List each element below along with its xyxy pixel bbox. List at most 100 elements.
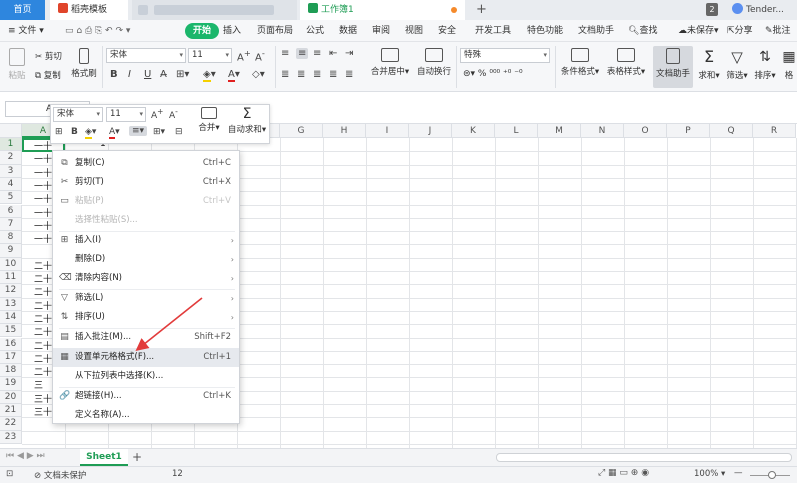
row-header-1[interactable]: 1 xyxy=(0,138,22,152)
copy-button[interactable]: ⧉ 复制 xyxy=(35,69,61,81)
cell-a14[interactable]: 二十 xyxy=(34,312,52,325)
select-all-corner[interactable] xyxy=(0,124,22,138)
row-header-3[interactable]: 3 xyxy=(0,164,22,178)
column-header-o[interactable]: O xyxy=(624,124,667,138)
cell-a19[interactable]: 三 xyxy=(34,378,43,391)
conditional-format-button[interactable]: 条件格式▾ xyxy=(558,48,602,77)
sum-button[interactable]: Σ 求和▾ xyxy=(697,48,721,82)
auto-wrap-button[interactable]: 自动换行 xyxy=(414,48,454,77)
doc-helper-button[interactable]: 文档助手 xyxy=(653,46,693,88)
cell-a21[interactable]: 三十 xyxy=(34,405,52,418)
cell-a17[interactable]: 二十 xyxy=(34,352,52,365)
align-middle-button[interactable]: ≡ xyxy=(296,48,309,59)
context-menu-item-link[interactable]: 🔗 超链接(H)... Ctrl+K xyxy=(53,387,239,406)
row-header-20[interactable]: 20 xyxy=(0,390,22,404)
mini-bold-button[interactable]: B xyxy=(71,127,78,137)
cell-a13[interactable]: 二十 xyxy=(34,299,52,312)
unsaved-status[interactable]: ☁未保存▾ xyxy=(678,20,719,42)
zoom-out-button[interactable]: — xyxy=(734,468,743,478)
cell-a6[interactable]: 一十 xyxy=(34,206,52,219)
row-header-15[interactable]: 15 xyxy=(0,324,22,338)
doc-protect-status[interactable]: ⊘ 文档未保护 xyxy=(34,469,86,481)
font-name-select[interactable]: 宋体 ▾ xyxy=(106,48,186,63)
tab-developer[interactable]: 开发工具 xyxy=(475,20,511,42)
mini-fill-color-button[interactable]: ◈▾ xyxy=(85,127,96,139)
column-header-i[interactable]: I xyxy=(366,124,409,138)
mini-align-center-button[interactable]: ≡▾ xyxy=(129,126,148,136)
tab-insert[interactable]: 插入 xyxy=(223,20,241,42)
row-header-17[interactable]: 17 xyxy=(0,350,22,365)
border-button[interactable]: ⊞▾ xyxy=(176,69,189,80)
row-header-18[interactable]: 18 xyxy=(0,364,22,378)
mini-increase-font-button[interactable]: A+ xyxy=(151,107,163,121)
row-header-7[interactable]: 7 xyxy=(0,217,22,232)
align-right-button[interactable]: ≣ xyxy=(313,69,321,80)
row-header-4[interactable]: 4 xyxy=(0,177,22,192)
column-header-j[interactable]: J xyxy=(409,124,452,138)
cell-a12[interactable]: 二十 xyxy=(34,285,52,298)
clear-format-button[interactable]: ◇▾ xyxy=(252,69,265,80)
cut-button[interactable]: ✂ 剪切 xyxy=(35,50,62,62)
cell-a16[interactable]: 二十 xyxy=(34,339,52,352)
column-header-g[interactable]: G xyxy=(280,124,323,138)
align-top-button[interactable]: ≡ xyxy=(281,48,289,59)
cell-a11[interactable]: 二十 xyxy=(34,272,52,285)
column-header-l[interactable]: L xyxy=(495,124,538,138)
column-header-n[interactable]: N xyxy=(581,124,624,138)
mini-font-size-select[interactable]: 11 ▾ xyxy=(106,107,146,122)
tab-special-features[interactable]: 特色功能 xyxy=(527,20,563,42)
context-menu-item-sort[interactable]: ⇅ 排序(U) › xyxy=(53,308,239,327)
filter-button[interactable]: ▽ 筛选▾ xyxy=(725,48,749,81)
row-header-21[interactable]: 21 xyxy=(0,404,22,418)
row-header-8[interactable]: 8 xyxy=(0,231,22,245)
comment-button[interactable]: ✎批注 xyxy=(765,20,791,42)
row-header-9[interactable]: 9 xyxy=(0,244,22,258)
search-button[interactable]: 🔍︎查找 xyxy=(628,20,657,42)
add-sheet-button[interactable]: + xyxy=(132,449,142,466)
tab-view[interactable]: 视图 xyxy=(405,20,423,42)
row-header-13[interactable]: 13 xyxy=(0,297,22,311)
sheet-nav-icons[interactable]: ⏮ ◀ ▶ ⏭ xyxy=(6,451,45,461)
context-menu-item-scissors[interactable]: ✂ 剪切(T) Ctrl+X xyxy=(53,173,239,192)
merge-center-button[interactable]: 合并居中▾ xyxy=(368,48,412,77)
justify-button[interactable]: ≣ xyxy=(329,69,337,80)
window-count-badge[interactable]: 2 xyxy=(706,3,718,16)
row-header-10[interactable]: 10 xyxy=(0,257,22,271)
share-button[interactable]: ⇱分享 xyxy=(727,20,753,42)
view-mode-icons[interactable]: ⤢ ▦ ▭ ⊕ ◉ xyxy=(598,468,649,478)
file-menu[interactable]: ≡ 文件 ▾ xyxy=(8,20,44,42)
context-menu-item-clear[interactable]: ⌫ 清除内容(N) › xyxy=(53,269,239,288)
quick-access-icons[interactable]: ▭ ⌂ ⎙ ⎘ ↶ ↷ ▾ xyxy=(65,20,130,42)
column-header-p[interactable]: P xyxy=(667,124,710,138)
sort-button[interactable]: ⇅ 排序▾ xyxy=(753,48,777,81)
tab-workbook1[interactable]: 工作簿1 xyxy=(300,0,465,20)
new-tab-button[interactable]: + xyxy=(476,0,487,20)
strikethrough-button[interactable]: A̶ xyxy=(160,69,167,80)
column-header-h[interactable]: H xyxy=(323,124,366,138)
cell-a18[interactable]: 二十 xyxy=(34,365,52,378)
tab-blurred[interactable] xyxy=(132,0,297,20)
context-menu-item-define-name[interactable]: 定义名称(A)... xyxy=(53,406,239,425)
number-tools[interactable]: ⊜▾ % ⁰⁰⁰ ⁺⁰ ⁻⁰ xyxy=(463,69,523,79)
mini-merge-button[interactable]: 合并▾ xyxy=(195,107,223,133)
cell-a2[interactable]: 一十 xyxy=(34,152,52,165)
context-menu-item-copy[interactable]: ⧉ 复制(C) Ctrl+C xyxy=(53,154,239,173)
tab-start[interactable]: 开始 xyxy=(185,23,220,39)
fill-color-button[interactable]: ◈▾ xyxy=(203,69,216,82)
mini-fill-button[interactable]: ⊟ xyxy=(175,127,183,137)
tab-formula[interactable]: 公式 xyxy=(306,20,324,42)
mini-border-icon[interactable]: ⊞ xyxy=(55,127,63,137)
column-header-q[interactable]: Q xyxy=(710,124,753,138)
context-menu-item-paste[interactable]: ▭ 粘贴(P) Ctrl+V xyxy=(53,192,239,211)
cell-a4[interactable]: 一十 xyxy=(34,179,52,192)
cell-a7[interactable]: 一十 xyxy=(34,219,52,232)
cell-a3[interactable]: 一十 xyxy=(34,166,52,179)
bold-button[interactable]: B xyxy=(110,69,118,80)
horizontal-scrollbar[interactable] xyxy=(496,453,792,462)
row-header-2[interactable]: 2 xyxy=(0,151,22,165)
zoom-slider-thumb[interactable] xyxy=(768,471,776,479)
decrease-font-button[interactable]: A- xyxy=(255,48,265,63)
row-header-12[interactable]: 12 xyxy=(0,284,22,298)
number-format-select[interactable]: 特殊 ▾ xyxy=(460,48,550,63)
increase-font-button[interactable]: A+ xyxy=(237,48,251,63)
